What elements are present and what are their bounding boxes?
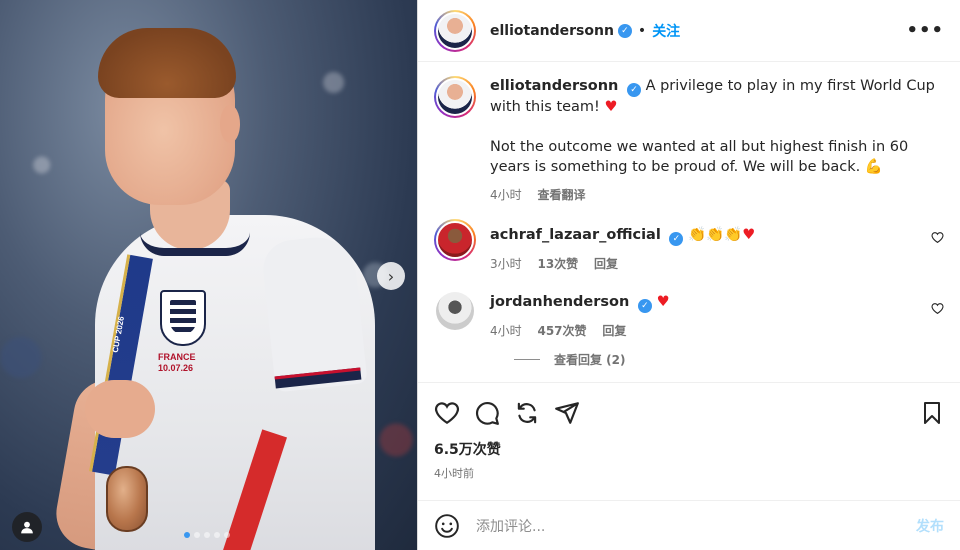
add-comment-bar: 添加评论... 发布 <box>418 500 960 550</box>
carousel-dot <box>224 532 230 538</box>
shirt-collar <box>140 232 250 256</box>
like-heart-icon[interactable] <box>434 400 460 426</box>
comment-item: jordanhenderson ✓ ♥ 4小时 457次赞 回复 <box>434 290 944 341</box>
reply-button[interactable]: 回复 <box>602 324 626 338</box>
verified-badge-icon: ✓ <box>669 232 684 246</box>
commenter-avatar[interactable] <box>434 219 476 261</box>
post-side-panel: elliotandersonn ✓ • 关注 ••• elliotanderso… <box>417 0 960 550</box>
caption-line2: Not the outcome we wanted at all but hig… <box>490 139 909 175</box>
caption-meta: 4小时 查看翻译 <box>490 185 944 205</box>
carousel-dot <box>214 532 220 538</box>
heart-emoji-icon: ♥ <box>656 294 670 310</box>
share-send-icon[interactable] <box>554 400 580 426</box>
likes-count[interactable]: 6.5万次赞 <box>434 439 944 459</box>
carousel-next-button[interactable]: › <box>377 262 405 290</box>
caption-text: elliotandersonn ✓ A privilege to play in… <box>490 76 944 117</box>
heart-emoji-icon: ♥ <box>742 227 756 243</box>
reply-button[interactable]: 回复 <box>594 257 618 271</box>
england-crest <box>160 290 206 346</box>
comment-likes[interactable]: 13次赞 <box>537 257 578 271</box>
replies-divider <box>514 359 540 360</box>
post-header: elliotandersonn ✓ • 关注 ••• <box>418 0 960 62</box>
view-replies-label: 查看回复 (2) <box>554 353 626 367</box>
comments-list[interactable]: elliotandersonn ✓ A privilege to play in… <box>418 62 960 382</box>
author-avatar[interactable] <box>434 76 476 118</box>
author-avatar[interactable] <box>434 9 476 52</box>
emoji-smiley-icon[interactable] <box>434 513 460 539</box>
post-view: FRANCE 10.07.26 CUP 2026 › elliotanderso… <box>0 0 960 550</box>
comment-likes[interactable]: 457次赞 <box>537 324 586 338</box>
heart-like-icon[interactable] <box>931 231 944 244</box>
carousel-dot <box>194 532 200 538</box>
commenter-avatar[interactable] <box>436 292 474 330</box>
comment-input[interactable]: 添加评论... <box>476 516 916 536</box>
verified-badge-icon: ✓ <box>626 83 641 97</box>
player-hand <box>85 380 155 438</box>
shirt-match-opponent: FRANCE <box>158 352 196 362</box>
more-options-icon[interactable]: ••• <box>906 20 944 41</box>
tagged-users-button[interactable] <box>12 512 42 542</box>
author-username[interactable]: elliotandersonn <box>490 23 614 39</box>
view-replies-link[interactable]: 查看回复 (2) <box>514 351 944 368</box>
post-comment-button[interactable]: 发布 <box>916 516 944 536</box>
comment-item: achraf_lazaar_official ✓ 👏👏👏♥ 3小时 13次赞 回… <box>434 219 944 274</box>
carousel-dots <box>184 532 230 538</box>
chevron-right-icon: › <box>387 266 395 286</box>
comment-bubble-icon[interactable] <box>474 400 500 426</box>
verified-badge-icon: ✓ <box>617 23 632 38</box>
post-time: 4小时前 <box>434 467 474 480</box>
separator-dot: • <box>637 22 647 39</box>
heart-like-icon[interactable] <box>931 302 944 315</box>
heart-emoji-icon: ♥ <box>604 99 618 115</box>
verified-badge-icon: ✓ <box>637 299 652 313</box>
caption-username[interactable]: elliotandersonn <box>490 78 618 94</box>
follow-button[interactable]: 关注 <box>652 21 680 41</box>
caption-paragraph: Not the outcome we wanted at all but hig… <box>490 137 944 177</box>
carousel-dot <box>204 532 210 538</box>
player-ear <box>220 105 240 143</box>
caption-time: 4小时 <box>490 188 522 202</box>
commenter-username[interactable]: achraf_lazaar_official <box>490 227 661 243</box>
comment-time: 4小时 <box>490 324 522 338</box>
shirt-match-label: FRANCE 10.07.26 <box>158 352 196 374</box>
repost-icon[interactable] <box>514 400 540 426</box>
flexed-biceps-emoji-icon: 💪 <box>864 159 883 175</box>
translate-link[interactable]: 查看翻译 <box>537 188 585 202</box>
post-photo[interactable]: FRANCE 10.07.26 CUP 2026 › <box>0 0 417 550</box>
comment-meta: 4小时 457次赞 回复 <box>490 321 944 341</box>
comment-meta: 3小时 13次赞 回复 <box>490 254 944 274</box>
carousel-dot <box>184 532 190 538</box>
post-actions: 6.5万次赞 4小时前 添加评论... 发布 <box>418 382 960 550</box>
action-icons <box>434 393 944 433</box>
person-icon <box>21 521 33 534</box>
player-hair <box>98 28 236 98</box>
commenter-username[interactable]: jordanhenderson <box>490 294 629 310</box>
clapping-hands-emoji-icon: 👏👏👏 <box>688 227 743 243</box>
bronze-medal <box>106 466 148 532</box>
bookmark-icon[interactable] <box>920 401 944 425</box>
comment-time: 3小时 <box>490 257 522 271</box>
shirt-match-date: 10.07.26 <box>158 363 194 373</box>
caption: elliotandersonn ✓ A privilege to play in… <box>434 76 944 205</box>
